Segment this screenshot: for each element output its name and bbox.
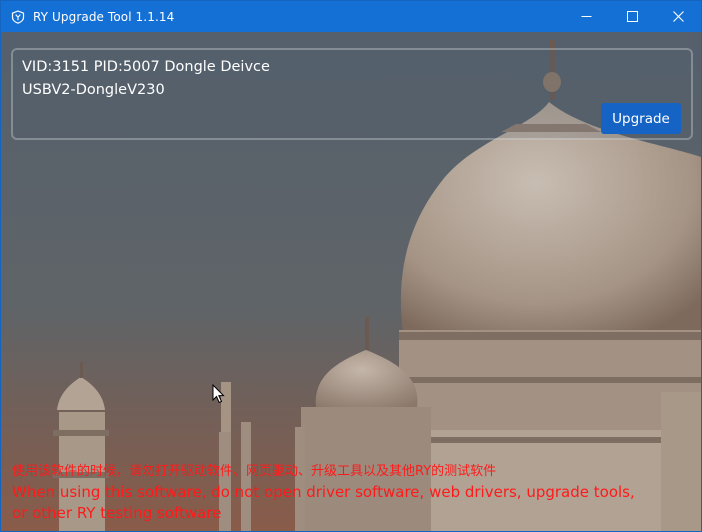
device-info-panel: VID:3151 PID:5007 Dongle Deivce USBV2-Do… (11, 48, 693, 140)
mouse-pointer-icon (212, 383, 226, 408)
warning-text-english-line1: When using this software, do not open dr… (12, 483, 635, 501)
app-window: RY Upgrade Tool 1.1.14 VID:3151 PID:5007… (0, 0, 702, 532)
main-content: VID:3151 PID:5007 Dongle Deivce USBV2-Do… (1, 32, 701, 531)
device-version-text: USBV2-DongleV230 (22, 82, 165, 98)
warning-text-english-line2: or other RY testing software (12, 504, 222, 522)
minimize-icon (581, 7, 592, 26)
window-title: RY Upgrade Tool 1.1.14 (33, 9, 175, 24)
close-icon (672, 7, 684, 26)
maximize-button[interactable] (609, 1, 655, 32)
upgrade-button[interactable]: Upgrade (601, 103, 681, 134)
close-button[interactable] (655, 1, 701, 32)
title-bar[interactable]: RY Upgrade Tool 1.1.14 (1, 1, 701, 32)
app-logo-icon (11, 9, 25, 24)
maximize-icon (626, 7, 638, 26)
minimize-button[interactable] (563, 1, 609, 32)
device-id-text: VID:3151 PID:5007 Dongle Deivce (22, 59, 270, 75)
warning-text-chinese: 使用该软件的时候，请勿打开驱动软件、网页驱动、升级工具以及其他RY的测试软件 (12, 464, 497, 479)
